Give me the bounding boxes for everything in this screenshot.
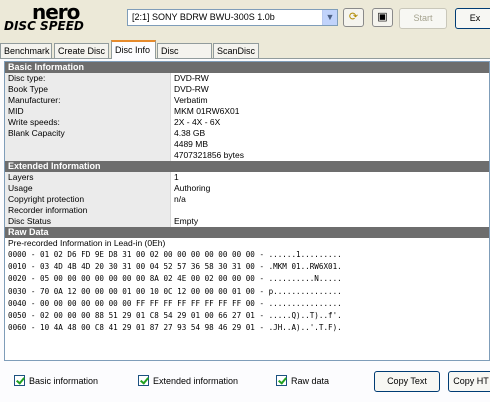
- row-key: Layers: [5, 172, 171, 183]
- tab-benchmark[interactable]: Benchmark: [0, 43, 52, 59]
- row-value: 1: [174, 172, 179, 182]
- extended-info-checkbox[interactable]: Extended information: [138, 375, 238, 386]
- disc-info-panel: Basic Information Disc type: DVD-RW Book T…: [0, 58, 490, 402]
- checkbox-checked-icon: [276, 375, 287, 386]
- hex-line: 0040 - 00 00 00 00 00 00 00 FF FF FF FF …: [8, 298, 342, 308]
- basic-info-checkbox[interactable]: Basic information: [14, 375, 98, 386]
- basic-info-table: Disc type: DVD-RW Book Type DVD-RW Manufactu…: [5, 73, 489, 161]
- hex-line: 0030 - 70 0A 12 00 00 00 01 00 10 0C 12 …: [8, 286, 342, 296]
- row-key: Disc type:: [5, 73, 171, 84]
- row-value: Authoring: [174, 183, 211, 193]
- tab-scandisc[interactable]: ScanDisc: [213, 43, 259, 59]
- save-button[interactable]: ▣: [372, 8, 393, 27]
- toolbar: nero DISC SPEED [2:1] SONY BDRW BWU-300S…: [0, 0, 490, 38]
- refresh-drive-button[interactable]: ⟳: [343, 8, 364, 27]
- table-row: Write speeds: 2X - 4X - 6X: [5, 117, 489, 128]
- start-button[interactable]: Start: [399, 8, 447, 29]
- logo-bottom-text: DISC SPEED: [4, 19, 84, 33]
- table-row: 4489 MB: [5, 139, 489, 150]
- table-row: Recorder information: [5, 205, 489, 216]
- row-key: Disc Status: [5, 216, 171, 227]
- raw-data-subtitle: Pre-recorded Information in Lead-in (0Eh…: [5, 238, 489, 249]
- tab-bar: Benchmark Create Disc Disc Info Disc Qua…: [0, 40, 490, 70]
- extended-info-header: Extended Information: [5, 161, 489, 172]
- disc-info-box[interactable]: Basic Information Disc type: DVD-RW Book T…: [4, 61, 490, 361]
- checkbox-checked-icon: [14, 375, 25, 386]
- floppy-disk-icon: ▣: [377, 11, 388, 23]
- row-key: Write speeds:: [5, 117, 171, 128]
- row-key: Manufacturer:: [5, 95, 171, 106]
- tab-disc-info[interactable]: Disc Info: [111, 40, 156, 59]
- row-key: Usage: [5, 183, 171, 194]
- row-value: 4.38 GB: [174, 128, 206, 138]
- hex-line: 0010 - 03 4D 4B 4D 20 30 31 00 04 52 57 …: [8, 262, 342, 272]
- row-value: 4489 MB: [174, 139, 209, 149]
- extended-info-table: Layers 1 Usage Authoring Copyright protectio…: [5, 172, 489, 227]
- drive-select[interactable]: [2:1] SONY BDRW BWU-300S 1.0b ▼: [127, 9, 338, 26]
- table-row: Disc Status Empty: [5, 216, 489, 227]
- table-row: Layers 1: [5, 172, 489, 183]
- hex-line: 0060 - 10 4A 48 00 C8 41 29 01 87 27 93 …: [8, 323, 342, 333]
- tab-create-disc[interactable]: Create Disc: [54, 43, 109, 59]
- nero-disc-speed-logo: nero DISC SPEED: [2, 0, 110, 36]
- basic-info-header: Basic Information: [5, 62, 489, 73]
- row-key: Recorder information: [5, 205, 171, 216]
- table-row: Manufacturer: Verbatim: [5, 95, 489, 106]
- row-key: Copyright protection: [5, 194, 171, 205]
- row-value: [171, 205, 174, 216]
- row-value: 4707321856 bytes: [174, 150, 244, 160]
- table-row: Usage Authoring: [5, 183, 489, 194]
- hex-line: 0050 - 02 00 00 00 88 51 29 01 C8 54 29 …: [8, 311, 342, 321]
- row-value: DVD-RW: [174, 84, 209, 94]
- tab-disc-quality[interactable]: Disc Quality: [157, 43, 212, 70]
- footer: Basic information Extended information R…: [0, 367, 490, 397]
- basic-info-checkbox-label: Basic information: [29, 375, 99, 386]
- row-value: Verbatim: [174, 95, 208, 105]
- row-key: Book Type: [5, 84, 171, 95]
- hex-dump: 0000 - 01 02 D6 FD 9E D8 31 00 02 00 00 …: [5, 249, 489, 334]
- exit-button[interactable]: Ex: [455, 8, 490, 29]
- table-row: 4707321856 bytes: [5, 150, 489, 161]
- table-row: Book Type DVD-RW: [5, 84, 489, 95]
- row-value: DVD-RW: [174, 73, 209, 83]
- row-value: Empty: [174, 216, 199, 226]
- row-key: Blank Capacity: [5, 128, 171, 139]
- table-row: Disc type: DVD-RW: [5, 73, 489, 84]
- row-value: 2X - 4X - 6X: [174, 117, 221, 127]
- copy-text-button[interactable]: Copy Text: [374, 371, 440, 392]
- refresh-icon: ⟳: [348, 11, 359, 23]
- raw-data-checkbox-label: Raw data: [291, 375, 330, 386]
- row-value: n/a: [174, 194, 186, 204]
- table-row: Blank Capacity 4.38 GB: [5, 128, 489, 139]
- hex-line: 0020 - 05 00 00 00 00 00 00 00 8A 02 4E …: [8, 274, 342, 284]
- chevron-down-icon[interactable]: ▼: [322, 10, 337, 25]
- row-value: MKM 01RW6X01: [174, 106, 240, 116]
- row-key: [5, 139, 171, 150]
- hex-line: 0000 - 01 02 D6 FD 9E D8 31 00 02 00 00 …: [8, 250, 342, 259]
- checkbox-checked-icon: [138, 375, 149, 386]
- row-key: [5, 150, 171, 161]
- raw-data-checkbox[interactable]: Raw data: [276, 375, 329, 386]
- raw-data-header: Raw Data: [5, 227, 489, 238]
- table-row: Copyright protection n/a: [5, 194, 489, 205]
- drive-select-value: [2:1] SONY BDRW BWU-300S 1.0b: [132, 12, 275, 22]
- extended-info-checkbox-label: Extended information: [153, 375, 239, 386]
- table-row: MID MKM 01RW6X01: [5, 106, 489, 117]
- row-key: MID: [5, 106, 171, 117]
- copy-html-button[interactable]: Copy HT: [448, 371, 490, 392]
